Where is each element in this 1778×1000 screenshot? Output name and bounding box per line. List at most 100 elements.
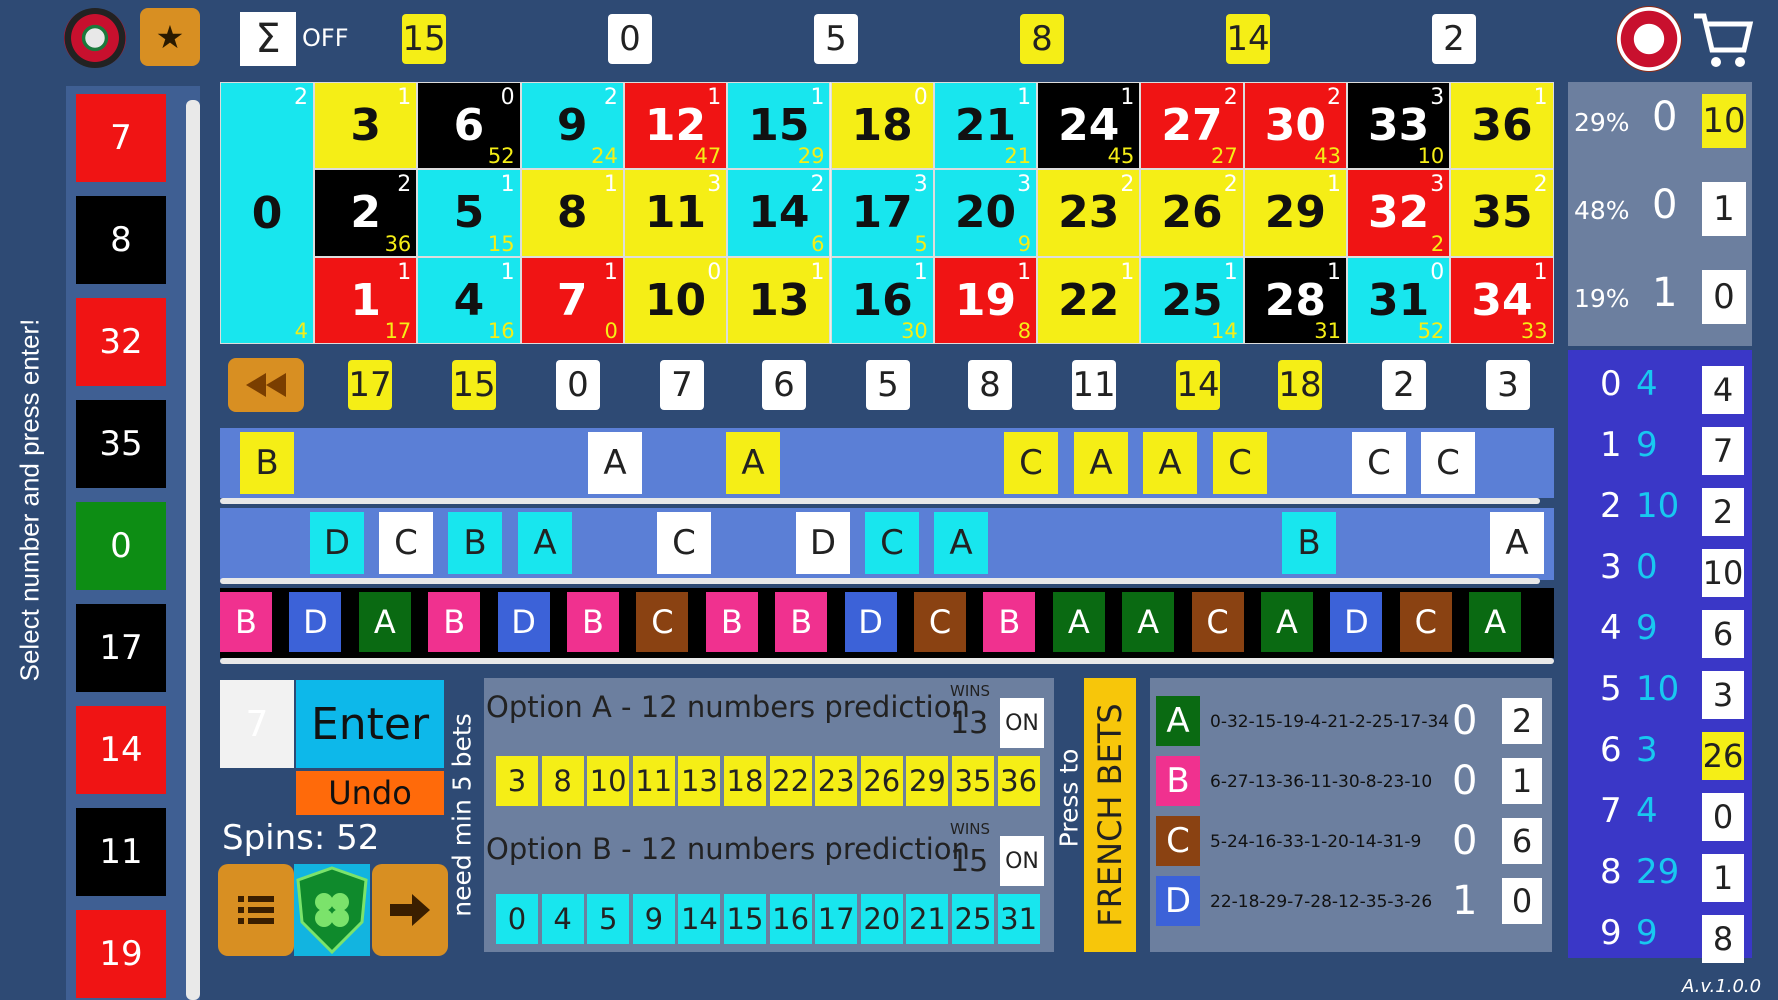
lane-1-marker[interactable]: C <box>1421 432 1475 494</box>
lane-2-marker[interactable]: C <box>865 512 919 574</box>
history-item[interactable]: 0 <box>76 502 166 590</box>
grid-cell-32[interactable]: 32 3 2 <box>1347 169 1451 257</box>
lane-3-marker[interactable]: B <box>567 592 619 652</box>
history-item[interactable]: 19 <box>76 910 166 998</box>
lane-2-marker[interactable]: C <box>657 512 711 574</box>
lane-2-marker[interactable]: D <box>310 512 364 574</box>
header-number[interactable]: 5 <box>814 14 858 64</box>
lane-2-marker[interactable]: C <box>379 512 433 574</box>
grid-cell-3[interactable]: 31 <box>314 82 418 170</box>
roulette-wheel-icon[interactable] <box>64 8 126 68</box>
lane-1-marker[interactable]: A <box>726 432 780 494</box>
lane-3-marker[interactable]: A <box>1261 592 1313 652</box>
grid-cell-8[interactable]: 81 <box>520 169 624 257</box>
grid-cell-29[interactable]: 29 1 <box>1243 169 1347 257</box>
grid-cell-5[interactable]: 5 1 15 <box>417 169 521 257</box>
history-item[interactable]: 8 <box>76 196 166 284</box>
cart-icon[interactable] <box>1692 10 1754 70</box>
grid-cell-23[interactable]: 23 2 <box>1037 169 1141 257</box>
sum-toggle-icon[interactable]: Σ <box>240 12 296 66</box>
lane-3-marker[interactable]: C <box>1191 592 1244 652</box>
lane-3-marker[interactable]: D <box>1330 592 1383 652</box>
grid-cell-26[interactable]: 26 2 <box>1140 169 1244 257</box>
grid-cell-18[interactable]: 18 0 <box>830 82 934 170</box>
favorites-star-icon[interactable]: ★ <box>140 8 200 66</box>
grid-cell-6[interactable]: 6 0 52 <box>417 82 521 170</box>
french-sector-A[interactable]: A 0-32-15-19-4-21-2-25-17-34 0 2 <box>1150 696 1552 752</box>
grid-cell-11[interactable]: 11 3 <box>623 169 728 257</box>
lane-3-marker[interactable]: D <box>497 592 550 652</box>
lane-1-marker[interactable]: C <box>1352 432 1406 494</box>
lane-1-marker[interactable]: A <box>1143 432 1197 494</box>
grid-cell-34[interactable]: 34 1 33 <box>1450 256 1554 344</box>
lane-2-marker[interactable]: B <box>1282 512 1336 574</box>
grid-cell-33[interactable]: 33 3 10 <box>1347 82 1451 170</box>
history-scrollbar[interactable] <box>186 100 200 1000</box>
lane-1-marker[interactable]: B <box>240 432 294 494</box>
lane-3-marker[interactable]: B <box>705 592 758 652</box>
lane-3-marker[interactable]: A <box>1122 592 1175 652</box>
option-a-toggle[interactable]: ON <box>1000 698 1044 748</box>
lane-3-marker[interactable]: A <box>358 592 411 652</box>
header-number[interactable]: 14 <box>1226 14 1270 64</box>
header-number[interactable]: 8 <box>1020 14 1064 64</box>
grid-cell-24[interactable]: 24 1 45 <box>1037 82 1141 170</box>
grid-cell-28[interactable]: 28 1 31 <box>1243 256 1347 344</box>
grid-cell-15[interactable]: 15 1 29 <box>727 82 831 170</box>
list-button[interactable] <box>218 864 294 956</box>
grid-cell-0[interactable]: 024 <box>220 82 314 344</box>
grid-cell-12[interactable]: 12 1 47 <box>623 82 728 170</box>
enter-button[interactable]: Enter <box>296 680 444 768</box>
lane-2-scrollbar[interactable] <box>220 578 1540 584</box>
grid-cell-20[interactable]: 20 3 9 <box>933 169 1038 257</box>
lane-3-marker[interactable]: A <box>1469 592 1522 652</box>
rewind-button[interactable] <box>228 358 304 412</box>
history-item[interactable]: 35 <box>76 400 166 488</box>
lane-3-marker[interactable]: C <box>636 592 689 652</box>
lane-2-marker[interactable]: A <box>934 512 988 574</box>
lane-1-marker[interactable]: A <box>1074 432 1128 494</box>
lane-3-marker[interactable]: B <box>775 592 828 652</box>
lane-1-scrollbar[interactable] <box>220 498 1540 504</box>
grid-cell-17[interactable]: 17 3 5 <box>830 169 934 257</box>
grid-cell-16[interactable]: 16 1 30 <box>830 256 934 344</box>
grid-cell-4[interactable]: 4 1 16 <box>417 256 521 344</box>
next-button[interactable] <box>372 864 448 956</box>
grid-cell-14[interactable]: 14 2 6 <box>727 169 831 257</box>
grid-cell-31[interactable]: 31 0 52 <box>1347 256 1451 344</box>
french-sector-B[interactable]: B 6-27-13-36-11-30-8-23-10 0 1 <box>1150 756 1552 812</box>
lane-3-marker[interactable]: B <box>983 592 1036 652</box>
french-sector-C[interactable]: C 5-24-16-33-1-20-14-31-9 0 6 <box>1150 816 1552 872</box>
grid-cell-7[interactable]: 71 0 <box>520 256 624 344</box>
spin-history-list[interactable]: 7 8 32 35 0 17 14 11 19 <box>66 86 200 1000</box>
luck-clover-button[interactable] <box>294 864 370 956</box>
header-number[interactable]: 0 <box>608 14 652 64</box>
history-item[interactable]: 11 <box>76 808 166 896</box>
lane-1-marker[interactable]: A <box>588 432 642 494</box>
grid-cell-27[interactable]: 27 2 27 <box>1140 82 1244 170</box>
history-item[interactable]: 32 <box>76 298 166 386</box>
lane-3-marker[interactable]: B <box>220 592 272 652</box>
grid-cell-30[interactable]: 30 2 43 <box>1243 82 1347 170</box>
lane-2-marker[interactable]: A <box>518 512 572 574</box>
grid-cell-21[interactable]: 21 1 21 <box>933 82 1038 170</box>
grid-cell-19[interactable]: 19 1 8 <box>933 256 1038 344</box>
undo-button[interactable]: Undo <box>296 771 444 815</box>
lane-2-marker[interactable]: A <box>1490 512 1544 574</box>
grid-cell-10[interactable]: 10 0 <box>623 256 728 344</box>
header-number[interactable]: 15 <box>402 14 446 64</box>
lane-3-marker[interactable]: D <box>844 592 897 652</box>
header-number[interactable]: 2 <box>1432 14 1476 64</box>
lane-3-marker[interactable]: C <box>914 592 966 652</box>
lane-2-marker[interactable]: D <box>796 512 850 574</box>
grid-cell-36[interactable]: 36 1 <box>1450 82 1554 170</box>
history-item[interactable]: 14 <box>76 706 166 794</box>
history-item[interactable]: 7 <box>76 94 166 182</box>
wheel-icon[interactable] <box>1616 6 1682 72</box>
lane-3-marker[interactable]: D <box>289 592 342 652</box>
grid-cell-25[interactable]: 25 1 14 <box>1140 256 1244 344</box>
grid-cell-35[interactable]: 35 2 <box>1450 169 1554 257</box>
lane-1-marker[interactable]: C <box>1004 432 1058 494</box>
lane-3-scrollbar[interactable] <box>220 658 1554 664</box>
lane-1-marker[interactable]: C <box>1213 432 1267 494</box>
